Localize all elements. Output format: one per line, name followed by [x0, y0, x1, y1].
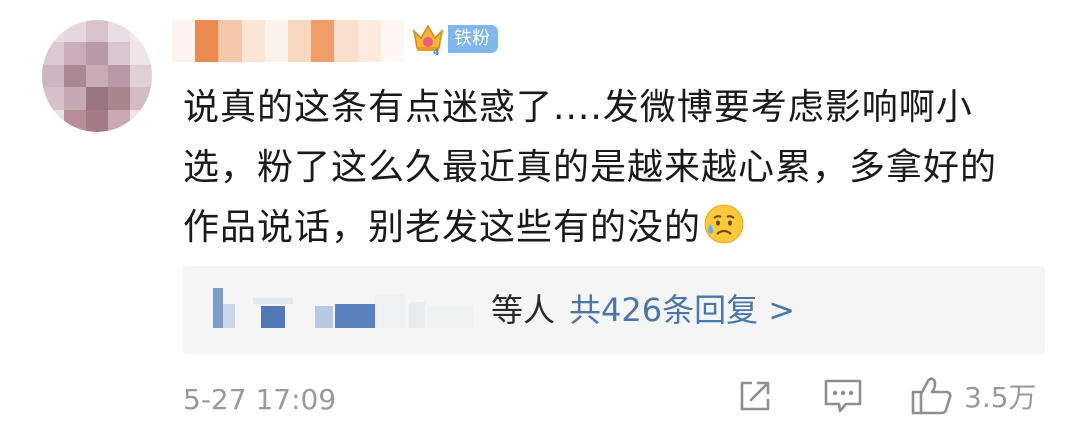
comment-line: 说真的这条有点迷惑了....发微博要考虑影响啊小	[183, 87, 973, 128]
reply-count-line: 等人 共426条回复 >	[491, 286, 795, 334]
replies-summary[interactable]: 等人 共426条回复 >	[183, 266, 1045, 354]
crown-icon: 4	[410, 21, 446, 58]
replier-names	[213, 284, 493, 336]
view-replies-link[interactable]: 共426条回复 >	[569, 291, 795, 329]
comment-timestamp: 5-27 17:09	[183, 383, 337, 416]
thumbs-up-icon	[910, 375, 954, 421]
sad-sweat-face-emoji	[703, 203, 745, 245]
user-avatar[interactable]	[42, 20, 152, 132]
svg-text:4: 4	[433, 48, 439, 57]
reply-suffix: 等人	[491, 291, 556, 329]
fan-badge: 4 铁粉	[410, 19, 498, 59]
like-button[interactable]: 3.5万	[910, 376, 1037, 420]
share-icon	[735, 376, 775, 420]
like-count: 3.5万	[964, 381, 1037, 414]
comment-text: 说真的这条有点迷惑了....发微博要考虑影响啊小 选，粉了这么久最近真的是越来越…	[183, 78, 1063, 258]
fan-badge-label: 铁粉	[448, 25, 498, 53]
username[interactable]	[172, 20, 404, 62]
comment-icon	[822, 376, 864, 420]
comment-line: 作品说话，别老发这些有的没的	[183, 198, 1063, 258]
comment-button[interactable]	[822, 376, 864, 420]
share-button[interactable]	[735, 376, 775, 420]
comment-line: 选，粉了这么久最近真的是越来越心累，多拿好的	[183, 147, 998, 188]
